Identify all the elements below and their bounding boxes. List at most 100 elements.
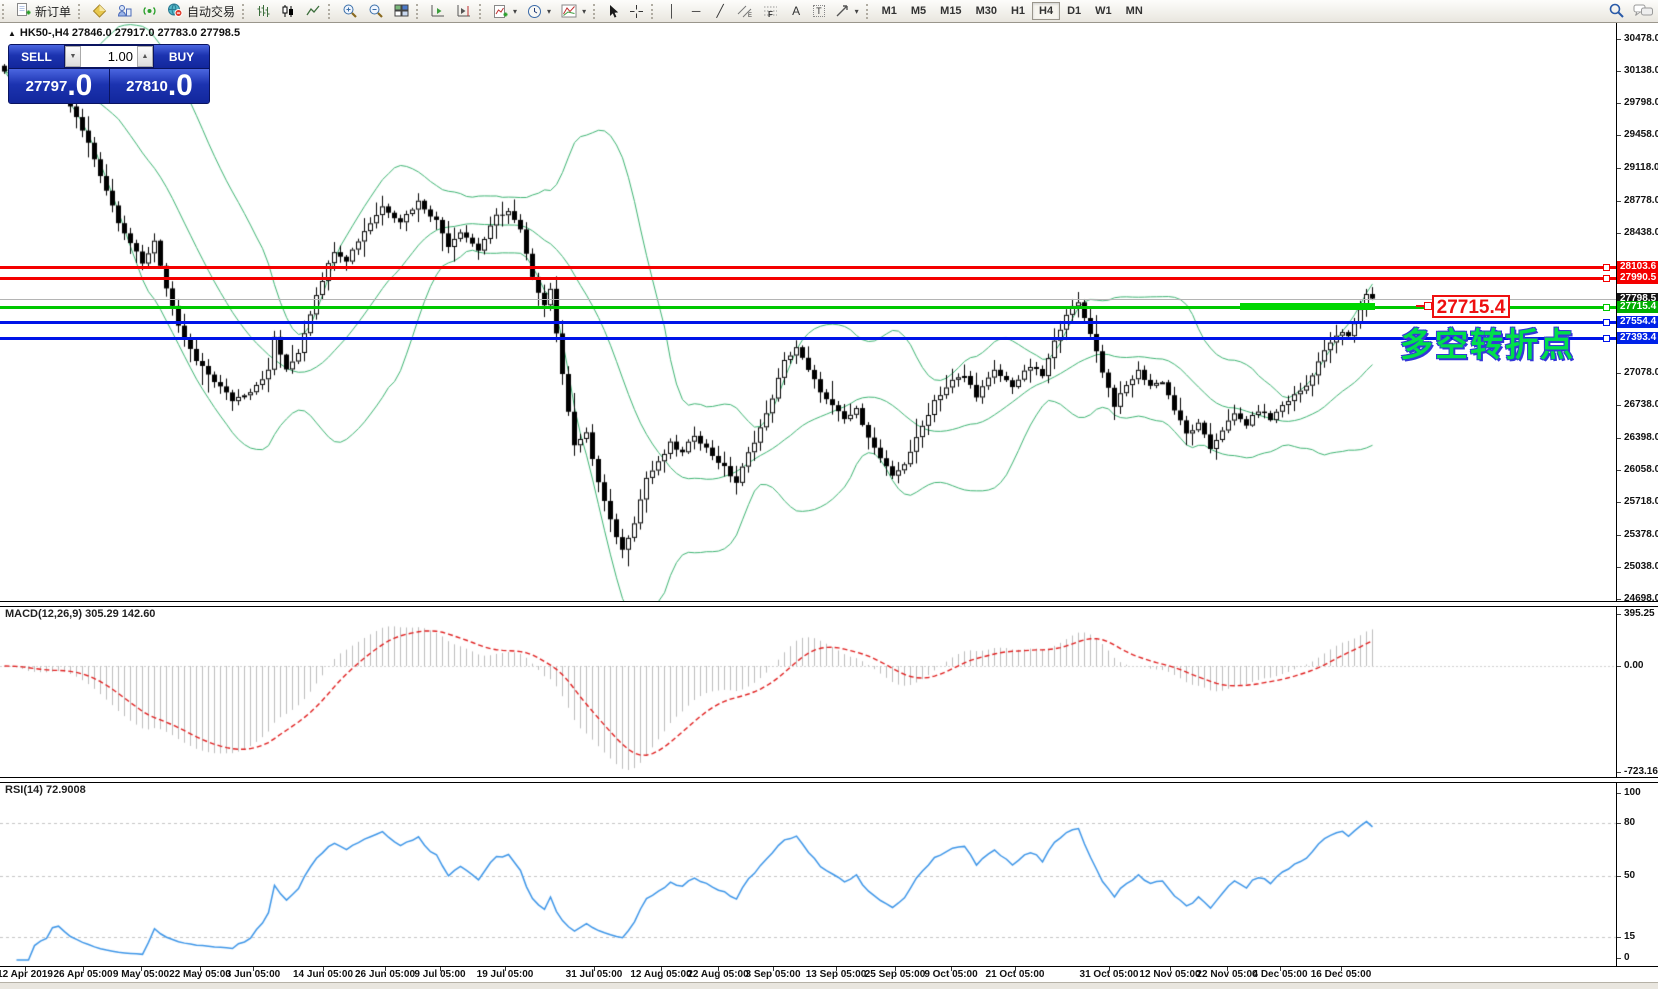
text-label-button[interactable]: T [808, 1, 830, 21]
price-tick-mark [1617, 168, 1621, 169]
tester-icon [117, 4, 132, 18]
strategy-tester-button[interactable] [112, 1, 137, 21]
date-tick-mark [385, 967, 386, 971]
macd-indicator-chart[interactable] [0, 606, 1616, 776]
date-tick-mark [895, 967, 896, 971]
turning-point-annotation[interactable]: 多空转折点 [1400, 318, 1575, 366]
sell-price-button[interactable]: 27797.0 [9, 68, 110, 103]
green-highlight-segment[interactable] [1240, 303, 1375, 310]
price-tick-mark [1617, 470, 1621, 471]
new-order-button[interactable]: 新订单 [11, 1, 76, 21]
volume-decrease-button[interactable]: ▼ [65, 46, 81, 67]
chevron-down-icon: ▾ [855, 7, 859, 16]
bar-chart-button[interactable] [251, 1, 276, 21]
arrow-shape-icon [835, 4, 850, 18]
zoom-in-button[interactable] [337, 1, 363, 21]
rsi-pane-separator[interactable] [0, 777, 1658, 783]
tf-w1[interactable]: W1 [1088, 2, 1119, 20]
price-level-line[interactable] [0, 266, 1616, 269]
rsi-tick-mark [1617, 958, 1621, 959]
buy-price: 27810 [126, 78, 168, 95]
rsi-tick-mark [1617, 793, 1621, 794]
window-bottom-strip [0, 982, 1658, 989]
auto-trading-button[interactable]: 自动交易 [162, 1, 240, 21]
price-level-line[interactable] [0, 337, 1616, 340]
sell-button[interactable]: SELL [9, 45, 64, 68]
line-chart-button[interactable] [301, 1, 326, 21]
zoom-out-button[interactable] [363, 1, 389, 21]
toolbar-grip[interactable] [242, 4, 247, 19]
symbol-marker-icon: ▲ [8, 29, 16, 38]
level-price-box[interactable]: 27715.4 [1432, 295, 1510, 318]
level-handle[interactable] [1603, 304, 1610, 311]
price-level-line[interactable] [0, 277, 1616, 280]
fibonacci-button[interactable]: F [758, 1, 784, 21]
vertical-line-button[interactable]: │ [660, 1, 684, 21]
templates-button[interactable]: ▾ [556, 1, 591, 21]
toolbar-grip[interactable] [651, 4, 656, 19]
toolbar-grip[interactable] [593, 4, 598, 19]
tile-windows-button[interactable] [389, 1, 414, 21]
rsi-label: RSI(14) 72.9008 [5, 784, 86, 796]
chart-bottom-border [0, 966, 1658, 967]
search-icon[interactable] [1608, 2, 1625, 22]
rsi-tick-mark [1617, 937, 1621, 938]
signals-button[interactable] [137, 1, 162, 21]
crosshair-button[interactable] [624, 1, 649, 21]
trendline-button[interactable]: ╱ [708, 1, 732, 21]
arrows-button[interactable]: ▾ [830, 1, 864, 21]
volume-increase-button[interactable]: ▲ [137, 46, 153, 67]
ohlc-bars-icon [256, 4, 271, 18]
price-level-line[interactable] [0, 299, 1616, 300]
date-tick-mark [323, 967, 324, 971]
buy-price-button[interactable]: 27810.0 [110, 68, 209, 103]
tf-d1[interactable]: D1 [1060, 2, 1088, 20]
tf-h1[interactable]: H1 [1004, 2, 1032, 20]
tf-m30[interactable]: M30 [969, 2, 1004, 20]
buy-button[interactable]: BUY [154, 45, 209, 68]
volume-input[interactable] [81, 46, 137, 67]
price-tick-mark [1617, 201, 1621, 202]
rsi-tick-label: 100 [1624, 787, 1641, 798]
periods-button[interactable]: ▾ [522, 1, 556, 21]
price-tick-mark [1617, 71, 1621, 72]
toolbar-grip[interactable] [78, 4, 83, 19]
tf-m15[interactable]: M15 [933, 2, 968, 20]
level-handle[interactable] [1603, 275, 1610, 282]
tf-mn[interactable]: MN [1119, 2, 1150, 20]
cursor-button[interactable] [602, 1, 624, 21]
toolbar-grip[interactable] [416, 4, 421, 19]
chevron-down-icon: ▾ [582, 7, 586, 16]
rsi-tick-label: 15 [1624, 931, 1635, 942]
buy-price-frac: .0 [168, 73, 193, 99]
macd-pane-separator[interactable] [0, 601, 1658, 607]
indicators-button[interactable]: ▾ [488, 1, 522, 21]
text-button[interactable]: A [784, 1, 808, 21]
tf-h4[interactable]: H4 [1032, 2, 1060, 20]
price-tick-label: 29798.0 [1624, 97, 1658, 108]
main-price-chart[interactable] [0, 23, 1616, 601]
chat-icon[interactable] [1633, 3, 1654, 22]
channel-button[interactable]: E [732, 1, 758, 21]
chart-title: ▲HK50-,H4 27846.0 27917.0 27783.0 27798.… [8, 27, 240, 39]
price-level-line[interactable] [0, 321, 1616, 324]
level-handle[interactable] [1603, 264, 1610, 271]
price-tick-mark [1617, 502, 1621, 503]
tf-m1[interactable]: M1 [875, 2, 904, 20]
toolbar-grip[interactable] [2, 4, 7, 19]
price-tick-mark [1617, 39, 1621, 40]
horizontal-line-button[interactable]: ─ [684, 1, 708, 21]
tf-m5[interactable]: M5 [904, 2, 933, 20]
toolbar-grip[interactable] [328, 4, 333, 19]
toolbar-grip[interactable] [866, 4, 871, 19]
level-handle[interactable] [1603, 335, 1610, 342]
volume-control: ▼ ▲ [64, 45, 154, 68]
chart-shift-button[interactable] [451, 1, 477, 21]
level-handle[interactable] [1603, 319, 1610, 326]
market-watch-button[interactable] [87, 1, 112, 21]
candle-chart-button[interactable] [276, 1, 301, 21]
toolbar-grip[interactable] [479, 4, 484, 19]
level-label-anchor[interactable] [1424, 302, 1432, 310]
rsi-indicator-chart[interactable] [0, 782, 1616, 966]
auto-scroll-button[interactable] [425, 1, 451, 21]
